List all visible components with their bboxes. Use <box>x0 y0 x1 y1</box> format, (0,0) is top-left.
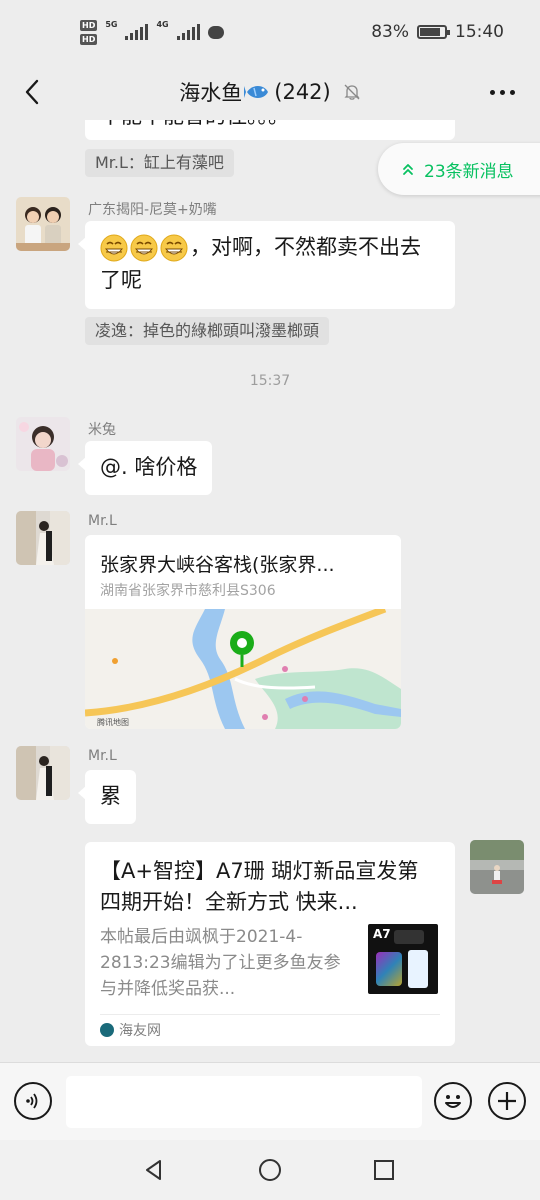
message-input[interactable] <box>66 1076 422 1128</box>
avatar-wedding-image <box>16 511 70 565</box>
double-chevron-up-icon <box>403 164 413 175</box>
avatar-street-image <box>470 840 524 894</box>
message-bubble[interactable]: 累 <box>78 770 136 824</box>
emoji-icon <box>445 1095 461 1108</box>
avatar-wedding-image <box>16 746 70 800</box>
chat-title[interactable]: 海水鱼 (242) <box>179 77 360 107</box>
back-arrow-icon <box>25 79 39 105</box>
avatar[interactable] <box>16 511 70 565</box>
location-address: 湖南省张家界市慈利县S306 <box>100 583 276 599</box>
link-card[interactable]: 【A+智控】A7珊 瑚灯新品宣发第四期开始！全新方式 快来... 本帖最后由飒枫… <box>85 842 455 1046</box>
map-attribution: 腾讯地图 <box>97 718 129 727</box>
message-text: 累 <box>100 784 121 808</box>
mute-bell-icon <box>344 84 360 100</box>
avatar-kids-image <box>16 197 70 251</box>
sender-name: 米兔 <box>88 422 116 438</box>
message-bubble[interactable]: @. 啥价格 <box>77 441 213 495</box>
link-thumbnail: A7 <box>368 924 438 994</box>
back-button[interactable] <box>12 72 52 112</box>
my-avatar[interactable] <box>470 840 524 894</box>
quote-reply-2[interactable]: 凌逸：掉色的綠榔頭叫潑墨榔頭 <box>85 317 330 345</box>
avatar[interactable] <box>16 417 70 471</box>
new-messages-label: 23条新消息 <box>424 161 514 182</box>
sender-name: Mr.L <box>88 513 117 529</box>
link-source-label: 海友网 <box>119 1023 161 1039</box>
message-text: ，对啊，不然都卖不出去 <box>100 231 440 264</box>
system-home-button[interactable] <box>254 1154 286 1186</box>
system-navigation <box>0 1140 540 1200</box>
location-card[interactable]: 张家界大峡谷客栈(张家界... 湖南省张家界市慈利县S306 腾讯地图 <box>85 535 401 729</box>
time-divider: 15:37 <box>249 373 291 389</box>
system-back-button[interactable] <box>138 1154 170 1186</box>
plus-button[interactable] <box>488 1082 526 1120</box>
voice-button[interactable] <box>14 1082 52 1120</box>
input-bar <box>0 1062 540 1140</box>
message-text-line1: ，对啊，不然都卖不出去 <box>190 235 421 259</box>
quote-reply-1[interactable]: Mr.L：缸上有藻吧 <box>85 149 234 177</box>
message-text-line2: 了呢 <box>100 268 142 292</box>
fish-icon <box>244 86 269 98</box>
more-button[interactable] <box>486 76 518 108</box>
system-recent-button[interactable] <box>368 1154 400 1186</box>
home-circle-icon <box>259 1159 281 1181</box>
avatar[interactable] <box>16 197 70 251</box>
back-triangle-icon <box>146 1160 161 1180</box>
link-thumbnail-label: A7 <box>373 927 391 941</box>
plus-icon <box>498 1092 516 1110</box>
avatar-child-image <box>16 417 70 471</box>
sender-name: 广东揭阳-尼莫+奶嘴 <box>88 202 217 218</box>
sender-name: Mr.L <box>88 748 117 764</box>
link-source: 海友网 <box>100 1020 161 1040</box>
link-title: 【A+智控】A7珊 瑚灯新品宣发第四期开始！全新方式 快来... <box>100 859 419 914</box>
location-title: 张家界大峡谷客栈(张家界... <box>100 554 335 576</box>
message-text: @. 啥价格 <box>100 455 198 479</box>
member-count: (242) <box>274 80 331 104</box>
message-bubble[interactable]: ，对啊，不然都卖不出去 了呢 <box>78 221 455 309</box>
grin-emoji-icon <box>100 234 188 262</box>
location-map[interactable]: 腾讯地图 <box>85 605 401 729</box>
emoji-button[interactable] <box>434 1082 472 1120</box>
voice-icon <box>26 1093 38 1109</box>
more-icon <box>489 89 495 95</box>
link-description: 本帖最后由飒枫于2021-4-2813:23编辑为了让更多鱼友参与并降低奖品获.… <box>100 927 341 999</box>
avatar[interactable] <box>16 746 70 800</box>
source-logo-icon <box>100 1023 114 1037</box>
new-messages-button[interactable]: 23条新消息 <box>378 143 540 195</box>
link-divider <box>100 1014 440 1015</box>
recent-square-icon <box>374 1160 394 1180</box>
chat-header: 海水鱼 (242) <box>0 64 540 120</box>
chat-title-text: 海水鱼 <box>179 81 243 105</box>
